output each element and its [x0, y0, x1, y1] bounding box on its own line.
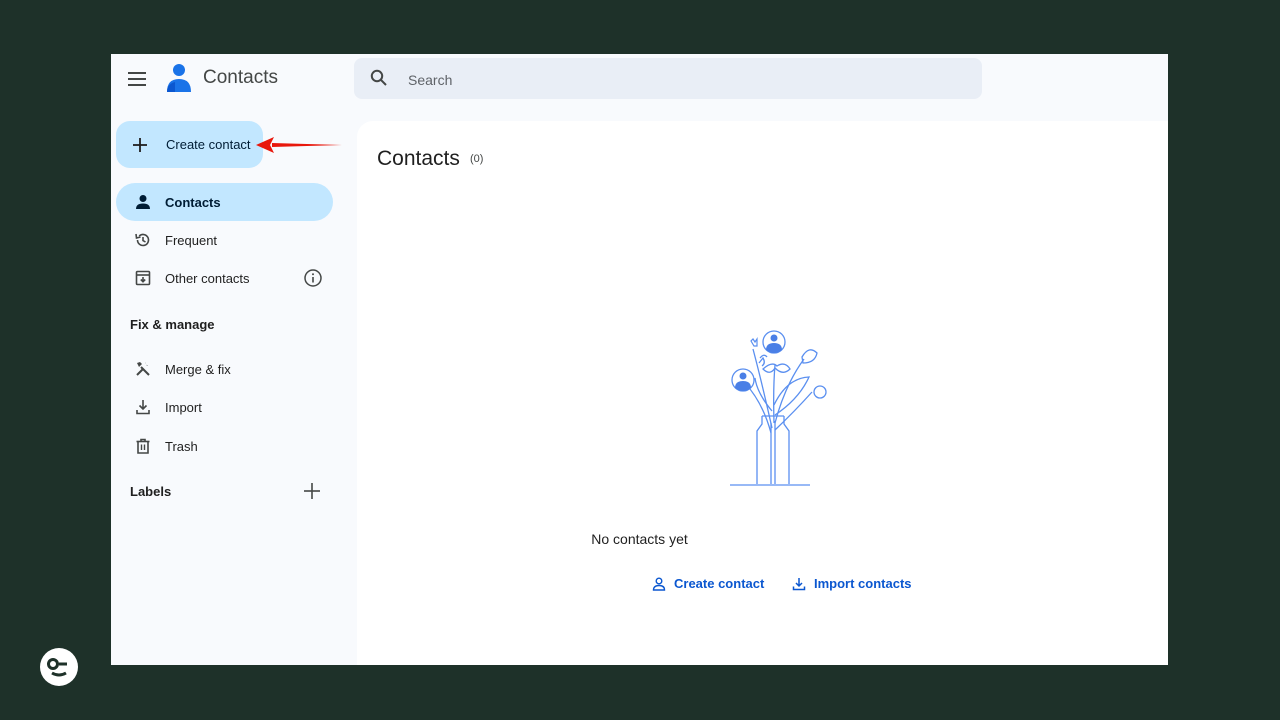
- top-bar: Contacts: [111, 54, 1168, 120]
- add-label-icon[interactable]: [302, 481, 322, 501]
- download-icon: [133, 397, 153, 417]
- contacts-window: Contacts Create contact Contacts: [111, 54, 1168, 665]
- history-icon: [133, 230, 153, 250]
- tools-icon: [133, 359, 153, 379]
- main-panel: Contacts (0) No contacts yet Create cont…: [357, 121, 1168, 665]
- menu-button[interactable]: [125, 67, 149, 91]
- sidebar-item-other-contacts[interactable]: Other contacts: [116, 259, 333, 297]
- sidebar-item-merge-fix[interactable]: Merge & fix: [116, 350, 333, 388]
- plus-icon: [133, 137, 147, 152]
- page-title: Contacts: [377, 147, 460, 170]
- create-contact-button[interactable]: Create contact: [116, 121, 263, 168]
- labels-heading: Labels: [130, 484, 172, 499]
- sidebar-item-frequent[interactable]: Frequent: [116, 221, 333, 259]
- search-bar[interactable]: [354, 58, 982, 101]
- archive-icon: [133, 268, 153, 288]
- app-title: Contacts: [203, 67, 278, 88]
- info-icon[interactable]: [303, 268, 323, 288]
- sidebar-item-label: Contacts: [165, 194, 221, 210]
- sidebar-item-label: Frequent: [165, 232, 218, 248]
- brand-logo: [40, 648, 78, 686]
- fix-manage-heading: Fix & manage: [130, 317, 215, 332]
- sidebar-item-label: Other contacts: [165, 270, 250, 286]
- create-contact-link[interactable]: Create contact: [652, 576, 764, 591]
- red-arrow-annotation: [256, 137, 342, 153]
- sidebar-item-contacts[interactable]: Contacts: [116, 183, 333, 221]
- sidebar-item-label: Trash: [165, 438, 198, 454]
- create-contact-link-label: Create contact: [674, 576, 765, 591]
- person-icon: [133, 192, 153, 212]
- contact-count: (0): [470, 153, 484, 165]
- empty-state-text: No contacts yet: [591, 531, 688, 547]
- trash-icon: [133, 436, 153, 456]
- sidebar-item-label: Merge & fix: [165, 361, 231, 377]
- brand-logo-icon: [47, 658, 67, 677]
- download-icon: [792, 577, 806, 590]
- sidebar-item-import[interactable]: Import: [116, 388, 333, 426]
- import-contacts-link-label: Import contacts: [814, 576, 912, 591]
- import-contacts-link[interactable]: Import contacts: [792, 576, 912, 591]
- search-icon[interactable]: [370, 69, 388, 87]
- search-input[interactable]: [406, 58, 950, 101]
- create-contact-label: Create contact: [166, 137, 251, 152]
- contacts-logo-icon[interactable]: [165, 63, 193, 93]
- person-outline-icon: [652, 577, 666, 591]
- empty-state-illustration: [730, 330, 827, 486]
- hamburger-menu-icon: [128, 72, 146, 86]
- sidebar-item-label: Import: [165, 399, 202, 415]
- sidebar-item-trash[interactable]: Trash: [116, 427, 333, 465]
